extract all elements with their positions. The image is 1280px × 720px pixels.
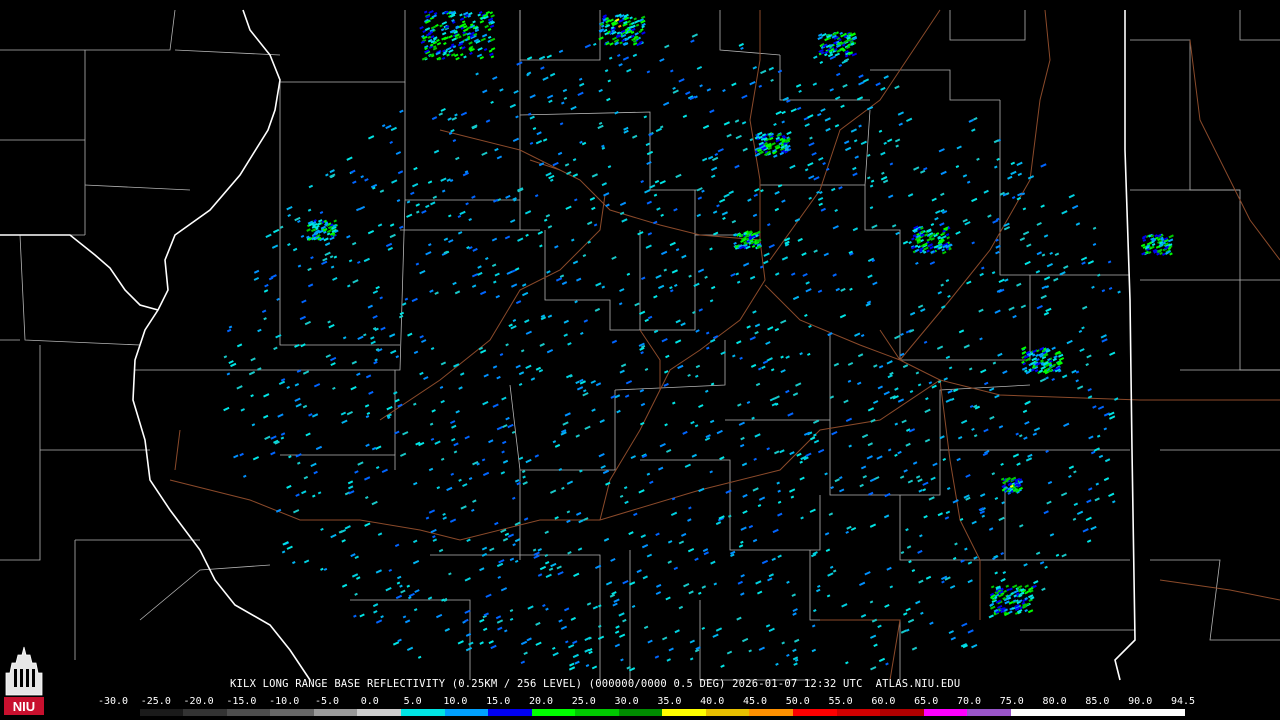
colorbar-label: -15.0 <box>226 696 257 707</box>
colorbar-label: -25.0 <box>140 696 171 707</box>
colorbar-segment <box>531 709 576 716</box>
colorbar-label: 80.0 <box>1042 696 1067 707</box>
colorbar-segment <box>1010 709 1055 716</box>
colorbar-segment <box>183 709 227 716</box>
colorbar-segment <box>139 709 184 716</box>
colorbar-segment <box>226 709 271 716</box>
colorbar-labels: -30.0 -25.0 -20.0 -15.0 -10.0 -5.0 0.0 5.0 10.0 1… <box>0 696 1280 708</box>
colorbar-segment <box>270 709 314 716</box>
colorbar-label: -10.0 <box>269 696 300 707</box>
colorbar-segment <box>357 709 401 716</box>
colorbar-segment <box>1141 709 1186 716</box>
colorbar-label: 20.0 <box>528 696 554 707</box>
colorbar-segment <box>749 709 793 716</box>
colorbar-label: -20.0 <box>183 696 214 707</box>
colorbar-label: 30.0 <box>614 696 639 707</box>
colorbar-label: 35.0 <box>657 696 682 707</box>
colorbar-segment <box>400 709 445 716</box>
colorbar-segment <box>967 709 1011 716</box>
colorbar-segment <box>793 709 837 716</box>
colorbar-label: 10.0 <box>443 696 468 707</box>
colorbar-segment <box>662 709 706 716</box>
colorbar-label: 15.0 <box>486 696 511 707</box>
colorbar-label: 55.0 <box>828 696 853 707</box>
colorbar-label: 0.0 <box>360 696 379 707</box>
colorbar-label: 45.0 <box>742 696 768 707</box>
colorbar-segment <box>313 709 358 716</box>
colorbar-label: 90.0 <box>1128 696 1153 707</box>
colorbar-label: 65.0 <box>914 696 939 707</box>
colorbar-label: 75.0 <box>999 696 1024 707</box>
colorbar-segment <box>1054 709 1098 716</box>
colorbar-segment <box>1097 709 1142 716</box>
colorbar-segment <box>444 709 489 716</box>
colorbar-label: 94.5 <box>1170 696 1196 707</box>
colorbar-label: -5.0 <box>314 696 340 707</box>
product-caption: KILX LONG RANGE BASE REFLECTIVITY (0.25K… <box>230 678 961 690</box>
university-tower-icon: NIU <box>2 645 46 717</box>
colorbar-segment <box>96 709 140 716</box>
reflectivity-colorbar <box>96 709 1186 716</box>
colorbar-label: 40.0 <box>700 696 725 707</box>
colorbar-segment <box>923 709 968 716</box>
colorbar-segment <box>618 709 663 716</box>
colorbar-label: 25.0 <box>571 696 596 707</box>
colorbar-label: -30.0 <box>97 696 129 707</box>
colorbar-label: 60.0 <box>871 696 896 707</box>
colorbar-segment <box>836 709 881 716</box>
colorbar-segment <box>488 709 532 716</box>
colorbar-label: 85.0 <box>1085 696 1110 707</box>
colorbar-segment <box>705 709 750 716</box>
colorbar-label: 50.0 <box>785 696 810 707</box>
colorbar-segment <box>880 709 924 716</box>
colorbar-segment <box>575 709 619 716</box>
colorbar-label: 70.0 <box>956 696 982 707</box>
niu-logo-text: NIU <box>13 699 35 714</box>
radar-map <box>0 0 1280 720</box>
colorbar-label: 5.0 <box>403 696 422 707</box>
